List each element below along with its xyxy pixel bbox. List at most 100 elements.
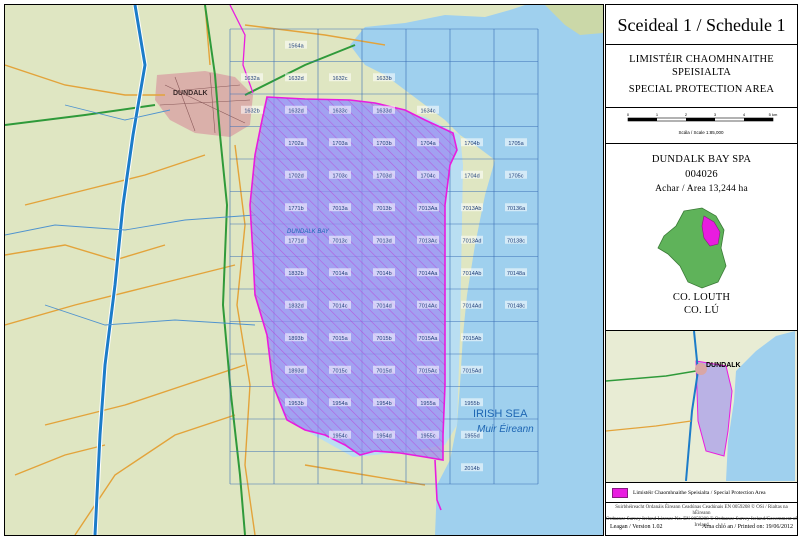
copyright-line-1: Suirbhéireacht Ordanáis Éireann Ceadúnas…: [615, 505, 788, 516]
county-outline: [657, 207, 727, 289]
grid-label: 7014Aa: [419, 271, 439, 277]
grid-label: 7015a: [332, 336, 348, 342]
grid-label: 2014b: [464, 466, 479, 472]
legend-swatch: [612, 487, 628, 498]
grid-label: 7013Ad: [463, 238, 482, 244]
scale-tick-label: 5 km: [769, 112, 778, 117]
inset-map-block: DUNDALK: [605, 330, 797, 483]
sea-label-ga: Muir Éireann: [477, 422, 534, 435]
grid-label: 7014Ab: [463, 271, 482, 277]
grid-label: 7013d: [376, 238, 391, 244]
grid-label: 7014Ad: [463, 303, 482, 309]
county-ga: CO. LÚ: [683, 305, 720, 316]
grid-label: 70136a: [507, 206, 526, 212]
site-info-block: DUNDALK BAY SPA 004026 Achar / Area 13,2…: [606, 144, 797, 331]
sea-label-en: IRISH SEA: [473, 408, 528, 420]
grid-label: 7015Ac: [419, 368, 438, 374]
grid-label: 1632a: [244, 76, 260, 82]
grid-label: 1704d: [464, 173, 479, 179]
scale-tick-label: 0: [627, 112, 630, 117]
grid-label: 1704c: [421, 173, 436, 179]
legend-block: Limistéir Chaomhnaithe Speisialta / Spec…: [606, 483, 797, 503]
map-canvas[interactable]: 1564a 1632a 1632d 1632c 1633b 1632b 1632d 1633c…: [5, 5, 603, 535]
grid-label: 70148a: [507, 271, 526, 277]
title-block: Sceideal 1 / Schedule 1: [606, 5, 797, 45]
site-name: DUNDALK BAY SPA: [651, 154, 752, 165]
version-label: Leagan / Version 1.02: [610, 524, 663, 530]
grid-label: 7013Aa: [419, 206, 439, 212]
schedule-title: Sceideal 1 / Schedule 1: [617, 14, 786, 35]
grid-label: 1703b: [376, 141, 391, 147]
grid-label: 1832d: [288, 303, 303, 309]
grid-label: 7014b: [376, 271, 391, 277]
county-locator-map: [657, 207, 727, 289]
grid-label: 7015d: [376, 368, 391, 374]
grid-label: 1632c: [333, 76, 348, 82]
grid-label: 1954c: [333, 433, 348, 439]
scale-bar: 0 1 2 3 4 5 km Scála / Scale 1:85,000: [627, 112, 778, 135]
grid-label: 70148c: [507, 303, 525, 309]
grid-label: 1633b: [376, 76, 391, 82]
grid-label: 1954d: [376, 433, 391, 439]
grid-label: 1893d: [288, 368, 303, 374]
grid-label: 1955c: [421, 433, 436, 439]
grid-label: 1953b: [288, 401, 303, 407]
grid-label: 1954b: [376, 401, 391, 407]
grid-label: 1703a: [332, 141, 348, 147]
scale-tick-label: 3: [714, 112, 717, 117]
scale-block: 0 1 2 3 4 5 km Scála / Scale 1:85,000: [606, 108, 797, 144]
designation-block: LIMISTÉIR CHAOMHNAITHE SPEISIALTA SPECIA…: [606, 45, 797, 108]
grid-label: 1632d: [288, 76, 303, 82]
grid-label: 1702d: [288, 173, 303, 179]
grid-label: 7015Aa: [419, 336, 439, 342]
grid-label: 7013Ab: [463, 206, 482, 212]
legend-label: Limistéir Chaomhnaithe Speisialta / Spec…: [633, 489, 766, 496]
grid-label: 7014d: [376, 303, 391, 309]
copyright-block: Suirbhéireacht Ordanáis Éireann Ceadúnas…: [606, 503, 797, 528]
area-type-irish: LIMISTÉIR CHAOMHNAITHE SPEISIALTA: [629, 54, 774, 78]
bay-label: DUNDALK BAY: [287, 229, 330, 235]
grid-label: 1632b: [244, 108, 259, 114]
grid-label: 70138c: [507, 238, 525, 244]
grid-label: 7015b: [376, 336, 391, 342]
grid-label: 7015Ad: [463, 368, 482, 374]
town-label: DUNDALK: [173, 90, 208, 97]
area-type-english: SPECIAL PROTECTION AREA: [628, 84, 775, 95]
grid-label: 7014a: [332, 271, 348, 277]
scale-tick-label: 2: [685, 112, 688, 117]
grid-label: 1704b: [464, 141, 479, 147]
grid-label: 1702a: [288, 141, 304, 147]
grid-label: 1705a: [508, 141, 524, 147]
grid-label: 1954a: [332, 401, 348, 407]
grid-label: 1703c: [333, 173, 348, 179]
legend-item: Limistéir Chaomhnaithe Speisialta / Spec…: [606, 483, 797, 502]
grid-label: 7014Ac: [419, 303, 438, 309]
grid-label: 1633c: [333, 108, 348, 114]
grid-label: 1705c: [509, 173, 524, 179]
map-frame[interactable]: 1564a 1632a 1632d 1632c 1633b 1632b 1632d 1633c…: [4, 4, 604, 536]
grid-label: 1771d: [288, 238, 303, 244]
grid-label: 7014c: [333, 303, 348, 309]
county-en: CO. LOUTH: [672, 292, 731, 303]
grid-label: 1955b: [464, 401, 479, 407]
grid-label: 7013Ac: [419, 238, 438, 244]
grid-label: 1704a: [420, 141, 436, 147]
scale-label: Scála / Scale 1:85,000: [678, 130, 724, 135]
grid-label: 1632d: [288, 108, 303, 114]
grid-label: 7013c: [333, 238, 348, 244]
footer-block: Leagan / Version 1.02 Arna chló an / Pri…: [606, 519, 797, 535]
grid-label: 1634c: [421, 108, 436, 114]
grid-label: 1832b: [288, 271, 303, 277]
grid-label: 7015Ab: [463, 336, 482, 342]
grid-label: 1771b: [288, 206, 303, 212]
site-code: 004026: [685, 169, 718, 180]
grid-label: 7013a: [332, 206, 348, 212]
grid-label: 1955a: [420, 401, 436, 407]
info-panel: Sceideal 1 / Schedule 1 LIMISTÉIR CHAOMH…: [605, 4, 798, 536]
inset-town-label: DUNDALK: [706, 362, 741, 369]
grid-label: 7013b: [376, 206, 391, 212]
inset-map[interactable]: DUNDALK: [605, 330, 795, 482]
map-sheet: 1564a 1632a 1632d 1632c 1633b 1632b 1632d 1633c…: [0, 0, 800, 539]
printed-label: Arna chló an / Printed on: 19/06/2012: [702, 524, 793, 530]
grid-label: 1564a: [288, 43, 304, 49]
